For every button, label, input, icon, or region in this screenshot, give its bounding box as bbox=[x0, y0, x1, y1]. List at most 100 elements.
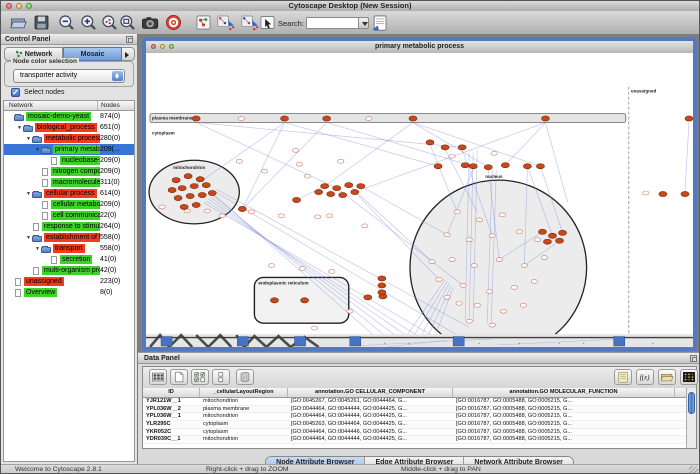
resize-grip-icon[interactable] bbox=[689, 466, 698, 474]
graph-node[interactable] bbox=[461, 163, 469, 168]
graph-node[interactable] bbox=[426, 140, 434, 145]
graph-node-outline[interactable] bbox=[366, 117, 372, 121]
graph-node-outline[interactable] bbox=[520, 303, 526, 307]
attribute-grid-icon[interactable] bbox=[149, 369, 167, 385]
graph-node-outline[interactable] bbox=[496, 258, 502, 262]
graph-node[interactable] bbox=[351, 189, 359, 194]
graph-node-outline[interactable] bbox=[304, 174, 310, 178]
graph-node[interactable] bbox=[541, 116, 549, 121]
tree-row[interactable]: macromolecule311(0) bbox=[4, 177, 134, 188]
table-row[interactable]: YJR121W__1mitochondrion[GO:0045267, GO:0… bbox=[143, 398, 686, 406]
column-header[interactable]: ID bbox=[143, 388, 200, 397]
graph-node[interactable] bbox=[659, 191, 667, 196]
graph-node-outline[interactable] bbox=[511, 285, 517, 289]
graph-node[interactable] bbox=[538, 229, 546, 234]
tree-row[interactable]: Overview8(0) bbox=[4, 287, 134, 298]
graph-node-outline[interactable] bbox=[261, 169, 267, 173]
graph-node-outline[interactable] bbox=[311, 326, 317, 330]
graph-node[interactable] bbox=[378, 283, 386, 288]
graph-node-outline[interactable] bbox=[436, 277, 442, 281]
graph-node[interactable] bbox=[434, 164, 442, 169]
graph-node[interactable] bbox=[536, 164, 544, 169]
open-folder-icon[interactable] bbox=[9, 13, 28, 32]
tree-row[interactable]: cellular metabol209(0) bbox=[4, 199, 134, 210]
tree-row[interactable]: ▼primary metabo209(... bbox=[4, 144, 134, 155]
disclosure-triangle-icon[interactable]: ▼ bbox=[34, 246, 41, 252]
graph-node[interactable] bbox=[441, 145, 449, 150]
graph-node-outline[interactable] bbox=[326, 214, 332, 218]
graph-node[interactable] bbox=[559, 230, 567, 235]
graph-node-outline[interactable] bbox=[643, 191, 649, 195]
graph-node[interactable] bbox=[409, 116, 417, 121]
graph-node-outline[interactable] bbox=[328, 270, 334, 274]
graph-node[interactable] bbox=[345, 183, 353, 188]
function-builder-icon[interactable]: f(x) bbox=[636, 369, 654, 385]
tree-row[interactable]: cell communicat22(0) bbox=[4, 210, 134, 221]
graph-node[interactable] bbox=[458, 145, 466, 150]
graph-node-outline[interactable] bbox=[489, 234, 495, 238]
graph-node-outline[interactable] bbox=[268, 264, 274, 268]
network-view-window[interactable]: primary metabolic process plasma membran… bbox=[142, 37, 697, 351]
disclosure-triangle-icon[interactable]: ▼ bbox=[16, 125, 23, 131]
hide-edges-icon[interactable] bbox=[216, 13, 235, 32]
graph-node-outline[interactable] bbox=[204, 209, 210, 213]
graph-node-outline[interactable] bbox=[534, 238, 540, 242]
graph-node[interactable] bbox=[327, 191, 335, 196]
graph-node-outline[interactable] bbox=[486, 289, 492, 293]
graph-node[interactable] bbox=[198, 192, 206, 197]
graph-node-outline[interactable] bbox=[500, 309, 506, 313]
graph-node[interactable] bbox=[378, 290, 386, 295]
graph-node[interactable] bbox=[321, 184, 329, 189]
tree-row[interactable]: ▼establishment of lo558(0) bbox=[4, 232, 134, 243]
graph-node-outline[interactable] bbox=[444, 295, 450, 299]
graph-node-outline[interactable] bbox=[296, 162, 302, 166]
graph-node-outline[interactable] bbox=[531, 279, 537, 283]
tree-row[interactable]: nucleobase-209(0) bbox=[4, 155, 134, 166]
search-options-dropdown[interactable] bbox=[358, 17, 369, 29]
graph-node[interactable] bbox=[323, 116, 331, 121]
graph-node-outline[interactable] bbox=[236, 159, 242, 163]
graph-node-outline[interactable] bbox=[238, 117, 244, 121]
graph-node[interactable] bbox=[238, 206, 246, 211]
save-icon[interactable] bbox=[32, 13, 51, 32]
graph-node[interactable] bbox=[168, 187, 176, 192]
graph-node[interactable] bbox=[315, 189, 323, 194]
graph-node-outline[interactable] bbox=[474, 303, 480, 307]
graph-node[interactable] bbox=[484, 165, 492, 170]
graph-node[interactable] bbox=[184, 174, 192, 179]
graph-node-outline[interactable] bbox=[219, 214, 225, 218]
graph-node-outline[interactable] bbox=[491, 151, 497, 155]
graph-node-outline[interactable] bbox=[489, 323, 495, 327]
graph-node[interactable] bbox=[192, 202, 200, 207]
table-row[interactable]: YPL036W__2plasma membrane[GO:0044464, GO… bbox=[143, 406, 686, 414]
graph-node[interactable] bbox=[192, 116, 200, 121]
table-row[interactable]: YDR039C__1mitochondrion[GO:0044464, GO:0… bbox=[143, 436, 686, 444]
import-attributes-icon[interactable] bbox=[658, 369, 676, 385]
help-icon[interactable] bbox=[164, 13, 183, 32]
disclosure-triangle-icon[interactable]: ▼ bbox=[25, 136, 32, 142]
table-row[interactable]: YPL036W__1mitochondrion[GO:0044464, GO:0… bbox=[143, 413, 686, 421]
graph-node[interactable] bbox=[339, 192, 347, 197]
import-table-icon[interactable] bbox=[370, 13, 389, 32]
graph-node[interactable] bbox=[378, 276, 386, 281]
graph-node-outline[interactable] bbox=[449, 154, 455, 158]
select-attributes-icon[interactable] bbox=[191, 369, 209, 385]
graph-node[interactable] bbox=[178, 185, 186, 190]
graph-node[interactable] bbox=[685, 116, 693, 121]
graph-node-outline[interactable] bbox=[248, 210, 254, 214]
tree-row[interactable]: ▼cellular process614(0) bbox=[4, 188, 134, 199]
graph-node[interactable] bbox=[180, 204, 188, 209]
tree-row[interactable]: secretion41(0) bbox=[4, 254, 134, 265]
graph-node[interactable] bbox=[270, 298, 278, 303]
graph-node-outline[interactable] bbox=[299, 267, 305, 271]
graph-node-outline[interactable] bbox=[362, 224, 368, 228]
column-header[interactable]: annotation.GO CELLULAR_COMPONENT bbox=[288, 388, 453, 397]
tree-row[interactable]: multi-organism pro42(0) bbox=[4, 265, 134, 276]
float-data-panel-icon[interactable] bbox=[690, 355, 697, 362]
float-panel-icon[interactable] bbox=[126, 36, 133, 43]
graph-node-outline[interactable] bbox=[454, 210, 460, 214]
graph-node-outline[interactable] bbox=[347, 309, 353, 313]
graph-node-outline[interactable] bbox=[456, 301, 462, 305]
graph-node[interactable] bbox=[501, 163, 509, 168]
graph-node-outline[interactable] bbox=[314, 215, 320, 219]
